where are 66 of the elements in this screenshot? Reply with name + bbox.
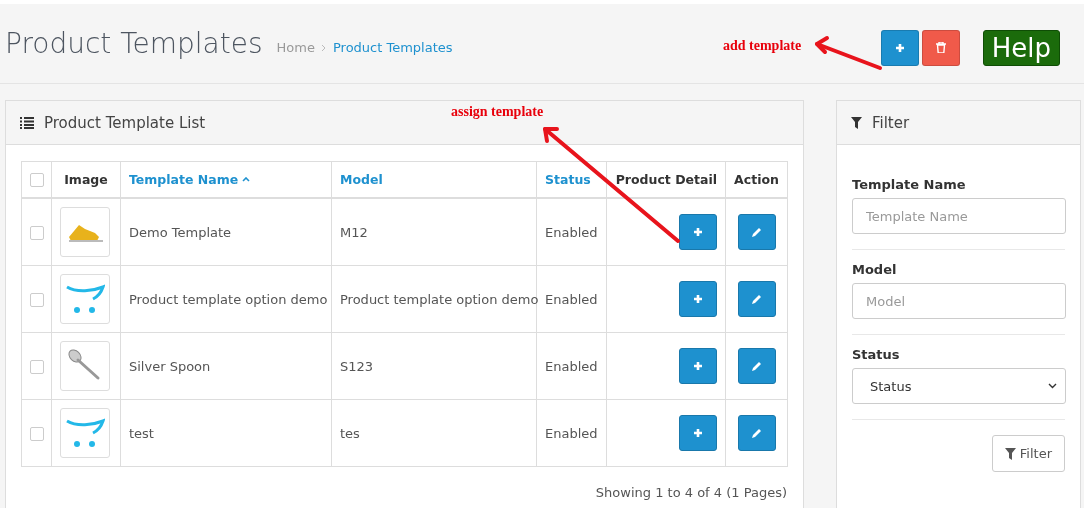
- plus-icon: [693, 428, 703, 438]
- field-label: Template Name: [852, 177, 967, 192]
- breadcrumb-link[interactable]: Home: [276, 40, 315, 55]
- filter-icon: [1004, 447, 1016, 460]
- filter-icon: [851, 116, 862, 129]
- plus-icon: [894, 42, 905, 53]
- caret-up-icon: [242, 177, 251, 182]
- delete-button[interactable]: [921, 29, 960, 66]
- page-title: Product Templates: [5, 27, 263, 60]
- table-cell: S123: [340, 358, 374, 374]
- list-icon: [20, 116, 34, 129]
- annotation-text: assign template: [451, 104, 544, 120]
- field-label: Status: [852, 347, 901, 362]
- add-detail-button[interactable]: [679, 214, 717, 250]
- pencil-icon: [751, 226, 762, 238]
- row-checkbox[interactable]: [30, 225, 44, 240]
- table-cell: Enabled: [545, 425, 598, 441]
- edit-button[interactable]: [737, 415, 776, 451]
- edit-button[interactable]: [737, 348, 776, 384]
- panel-title: Filter: [872, 113, 910, 132]
- table-cell: Demo Template: [129, 224, 232, 240]
- table-cell: M12: [340, 224, 368, 240]
- table-cell: tes: [340, 425, 360, 441]
- field-label: Model: [852, 262, 898, 277]
- breadcrumb-link[interactable]: Product Templates: [332, 40, 453, 55]
- input-field[interactable]: Template Name: [852, 198, 1066, 234]
- pagination-text: Showing 1 to 4 of 4 (1 Pages): [595, 485, 787, 500]
- add-detail-button[interactable]: [679, 415, 717, 451]
- plus-icon: [693, 294, 703, 304]
- table-cell: Enabled: [545, 224, 598, 240]
- column-header: Product Detail: [606, 161, 726, 198]
- select-all-checkbox[interactable]: [30, 173, 44, 188]
- table-cell: Product template option demo: [129, 291, 328, 307]
- annotation-text: add template: [723, 38, 802, 54]
- trash-icon: [935, 42, 946, 53]
- row-checkbox[interactable]: [30, 359, 44, 374]
- cart-logo: [65, 417, 105, 449]
- pencil-icon: [751, 427, 762, 439]
- sort-link[interactable]: Model: [340, 172, 383, 187]
- add-button[interactable]: [880, 29, 919, 66]
- plus-icon: [693, 227, 703, 237]
- add-detail-button[interactable]: [679, 281, 717, 317]
- row-checkbox[interactable]: [30, 426, 44, 441]
- row-checkbox[interactable]: [30, 292, 44, 307]
- plus-icon: [693, 361, 703, 371]
- table-cell: test: [129, 425, 154, 441]
- edit-button[interactable]: [737, 281, 776, 317]
- cart-logo: [65, 283, 105, 315]
- column-header: Image: [51, 161, 121, 198]
- table-cell: Silver Spoon: [129, 358, 211, 374]
- annotation-arrow: [815, 36, 882, 70]
- column-header: Action: [725, 161, 788, 198]
- pencil-icon: [751, 360, 762, 372]
- panel-title: Product Template List: [44, 113, 206, 132]
- pencil-icon: [751, 293, 762, 305]
- chevron-icon: [320, 43, 327, 52]
- input-field[interactable]: Model: [852, 283, 1066, 319]
- table-cell: Product template option demo: [340, 291, 539, 307]
- table-cell: Enabled: [545, 358, 598, 374]
- status-select[interactable]: Status: [852, 368, 1066, 404]
- edit-button[interactable]: [737, 214, 776, 250]
- add-detail-button[interactable]: [679, 348, 717, 384]
- help-button[interactable]: Help: [982, 29, 1060, 66]
- filter-button[interactable]: Filter: [991, 435, 1065, 472]
- chevron-down-icon: [1048, 383, 1057, 389]
- table-cell: Enabled: [545, 291, 598, 307]
